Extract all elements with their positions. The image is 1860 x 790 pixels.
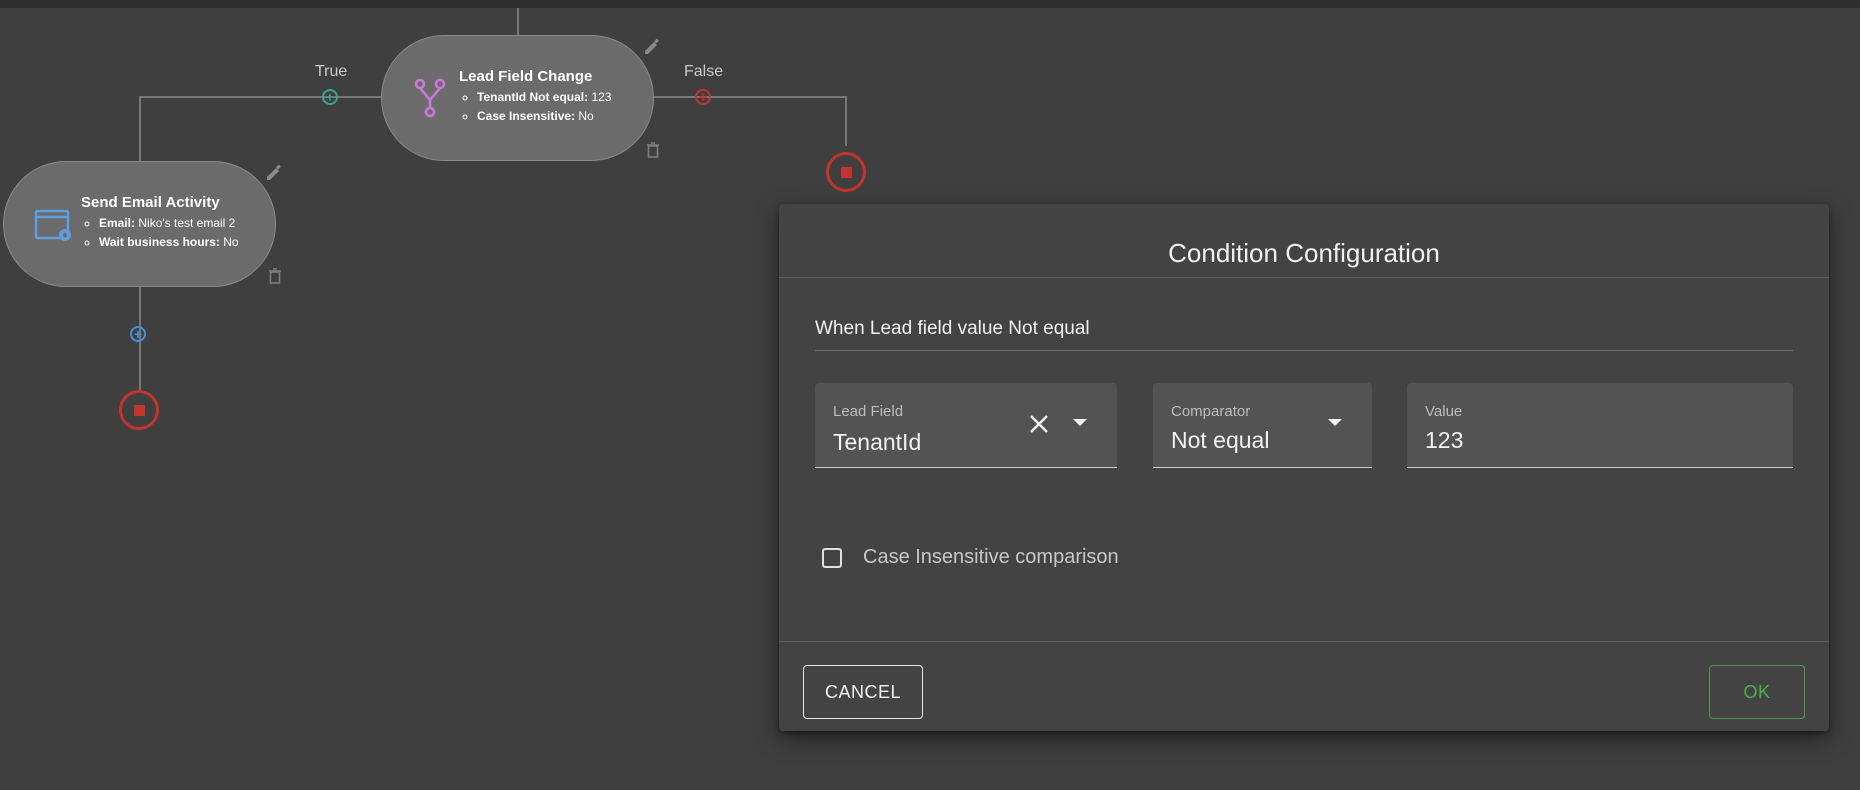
node-title: Lead Field Change (459, 68, 593, 85)
comparator-select[interactable]: Comparator Not equal (1153, 383, 1372, 468)
lead-field-value: TenantId (833, 429, 922, 455)
node-property: Wait business hours: No (99, 233, 239, 252)
comparator-value: Not equal (1171, 427, 1270, 453)
stop-icon[interactable] (826, 152, 866, 192)
clear-icon[interactable] (1028, 413, 1050, 435)
delete-node-icon[interactable] (267, 267, 283, 285)
chevron-down-icon[interactable] (1073, 419, 1087, 426)
node-property: Email: Niko's test email 2 (99, 214, 239, 233)
value-input[interactable]: Value 123 (1407, 383, 1793, 468)
edit-node-icon[interactable] (642, 37, 662, 57)
ok-button[interactable]: OK (1709, 665, 1805, 719)
true-branch-label: True (315, 63, 348, 80)
send-email-activity-node[interactable]: Send Email Activity Email: Niko's test e… (3, 161, 276, 287)
divider (815, 350, 1793, 351)
node-properties: Email: Niko's test email 2 Wait business… (81, 214, 239, 252)
condition-summary: When Lead field value Not equal (815, 318, 1090, 339)
add-false-branch-icon[interactable]: + (695, 89, 711, 105)
chevron-down-icon[interactable] (1328, 419, 1342, 426)
email-settings-icon (34, 209, 71, 241)
top-bar (0, 0, 1860, 8)
divider (779, 277, 1829, 278)
case-insensitive-label[interactable]: Case Insensitive comparison (863, 546, 1119, 569)
node-property: TenantId Not equal: 123 (477, 88, 611, 107)
case-insensitive-checkbox[interactable] (822, 548, 842, 568)
dialog-title: Condition Configuration (1168, 238, 1440, 268)
node-title: Send Email Activity (81, 194, 220, 211)
add-true-branch-icon[interactable]: + (322, 89, 338, 105)
comparator-label: Comparator (1171, 403, 1251, 420)
value-text[interactable]: 123 (1425, 427, 1463, 454)
cancel-button[interactable]: CANCEL (803, 665, 923, 719)
divider (779, 641, 1829, 642)
add-step-icon[interactable]: + (130, 326, 146, 342)
delete-node-icon[interactable] (645, 141, 661, 159)
edit-node-icon[interactable] (264, 163, 284, 183)
node-property: Case Insensitive: No (477, 107, 611, 126)
false-branch-label: False (684, 63, 724, 80)
condition-configuration-dialog: Condition Configuration When Lead field … (779, 204, 1829, 731)
stop-icon[interactable] (119, 390, 159, 430)
node-properties: TenantId Not equal: 123 Case Insensitive… (459, 88, 611, 126)
lead-field-change-node[interactable]: Lead Field Change TenantId Not equal: 12… (381, 35, 654, 161)
lead-field-select[interactable]: Lead Field TenantId (815, 383, 1117, 468)
branch-icon (414, 78, 446, 118)
value-label: Value (1425, 403, 1463, 420)
lead-field-label: Lead Field (833, 403, 904, 420)
